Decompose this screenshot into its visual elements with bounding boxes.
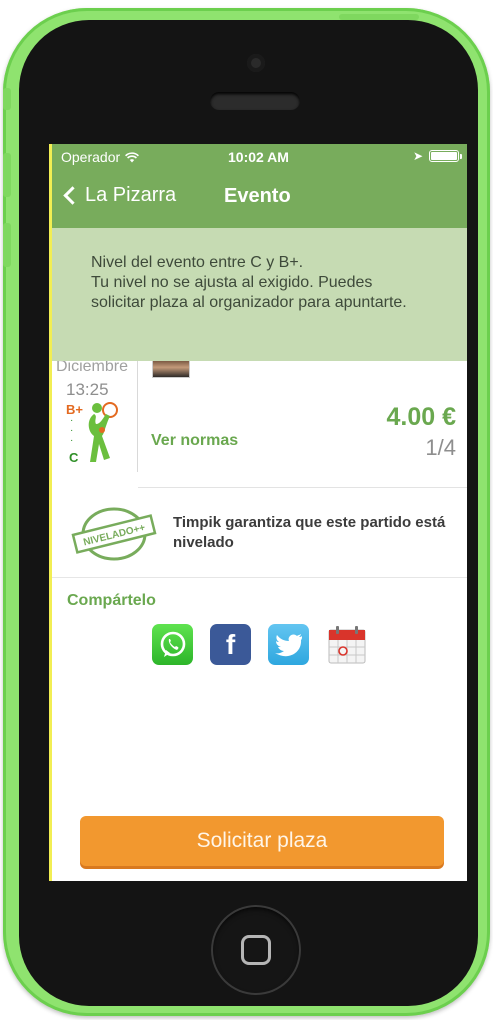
- status-indicators: ➤: [412, 149, 462, 163]
- nivelado-badge-icon: NIVELADO++: [71, 507, 157, 561]
- volume-up-button: [3, 153, 11, 197]
- request-spot-label: Solicitar plaza: [196, 829, 328, 852]
- vertical-divider: [137, 344, 138, 472]
- share-buttons: f: [152, 624, 367, 665]
- slots-count: 1/4: [425, 435, 456, 460]
- facebook-icon: f: [225, 628, 236, 660]
- whatsapp-share-button[interactable]: [152, 624, 193, 665]
- earpiece-speaker: [210, 92, 300, 110]
- calendar-add-button[interactable]: [326, 624, 367, 665]
- page-title: Evento: [224, 185, 291, 207]
- level-dots: · · ·: [70, 415, 74, 446]
- padel-player-icon: [88, 402, 118, 462]
- home-button[interactable]: [211, 905, 301, 995]
- rules-link[interactable]: Ver normas: [151, 432, 238, 450]
- request-spot-button[interactable]: Solicitar plaza: [80, 816, 444, 866]
- event-price: 4.00 €: [386, 403, 456, 431]
- event-time: 13:25: [66, 380, 109, 399]
- app-screen: Operador 10:02 AM ➤ La Pizarra Evento Ni…: [49, 144, 467, 881]
- front-camera: [247, 54, 265, 72]
- level-range-graphic: B+ · · · C: [66, 402, 136, 476]
- carrier-info: Operador: [61, 149, 140, 165]
- level-guarantee-section: NIVELADO++ Timpik garantiza que este par…: [52, 488, 467, 578]
- back-button[interactable]: La Pizarra: [62, 184, 176, 207]
- mute-switch: [3, 88, 11, 110]
- guarantee-text: Timpik garantiza que este partido está n…: [173, 514, 446, 551]
- share-title: Compártelo: [67, 592, 156, 609]
- carrier-name: Operador: [61, 149, 121, 165]
- home-square-icon: [241, 935, 271, 965]
- back-label: La Pizarra: [85, 184, 177, 206]
- section-divider-2: [52, 577, 467, 578]
- level-warning-banner: Nivel del evento entre C y B+. Tu nivel …: [52, 228, 467, 361]
- chevron-left-icon: [63, 186, 82, 205]
- battery-icon: [429, 150, 462, 162]
- location-arrow-icon: ➤: [412, 149, 423, 163]
- twitter-bird-icon: [274, 633, 302, 656]
- whatsapp-icon: [160, 631, 185, 657]
- twitter-share-button[interactable]: [268, 624, 309, 665]
- event-summary: Diciembre 13:25 B+ · · · C Ver normas 4.00…: [52, 344, 467, 488]
- facebook-share-button[interactable]: f: [210, 624, 251, 665]
- volume-down-button: [3, 223, 11, 267]
- status-bar: Operador 10:02 AM ➤: [52, 144, 467, 170]
- level-min: C: [69, 450, 79, 465]
- status-time: 10:02 AM: [228, 149, 289, 165]
- wifi-icon: [125, 151, 140, 162]
- navigation-bar: La Pizarra Evento: [52, 170, 467, 228]
- warning-line-1: Nivel del evento entre C y B+.: [91, 254, 304, 271]
- warning-line-2: Tu nivel no se ajusta al exigido. Puedes…: [91, 274, 407, 311]
- calendar-icon: [328, 625, 365, 663]
